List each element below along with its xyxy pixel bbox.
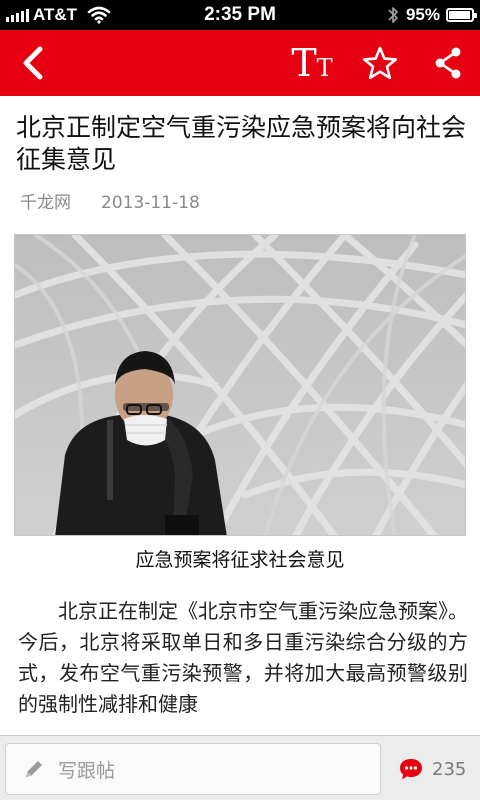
share-icon (435, 47, 461, 79)
comment-bar: 写跟帖 235 (0, 735, 480, 800)
battery-fill (449, 11, 470, 19)
bluetooth-icon (388, 7, 398, 23)
article-date: 2013-11-18 (101, 193, 200, 213)
font-size-icon: T T (291, 43, 332, 83)
pencil-icon (26, 761, 42, 777)
article-photo[interactable] (14, 234, 466, 536)
battery-icon (446, 8, 477, 22)
status-bar: AT&T 2:35 PM 95% (0, 0, 480, 30)
article-meta: 千龙网 2013-11-18 (20, 192, 200, 214)
article-source: 千龙网 (20, 193, 71, 213)
star-icon (362, 46, 398, 80)
font-size-button[interactable]: T T (282, 30, 342, 96)
favorite-button[interactable] (352, 30, 408, 96)
font-size-big-t: T (291, 41, 317, 85)
comment-bubble-icon (400, 759, 422, 780)
battery-nub (474, 13, 477, 18)
comment-count: 235 (432, 758, 467, 780)
image-caption: 应急预案将征求社会意见 (135, 549, 345, 571)
battery-percent: 95% (405, 5, 440, 24)
font-size-small-t: T (316, 54, 333, 82)
article-body: 北京正在制定《北京市空气重污染应急预案》。今后，北京将采取单日和多日重污染综合分… (18, 599, 468, 716)
back-chevron-icon (23, 46, 43, 80)
comment-placeholder: 写跟帖 (58, 759, 116, 782)
smog-photo-illustration (15, 235, 465, 535)
comment-count-button[interactable]: 235 (398, 743, 474, 795)
share-button[interactable] (420, 30, 476, 96)
article-toolbar: T T (0, 30, 480, 96)
back-button[interactable] (8, 30, 58, 96)
article-title: 北京正制定空气重污染应急预案将向社会征集意见 (16, 113, 467, 174)
comment-input[interactable]: 写跟帖 (5, 743, 381, 795)
